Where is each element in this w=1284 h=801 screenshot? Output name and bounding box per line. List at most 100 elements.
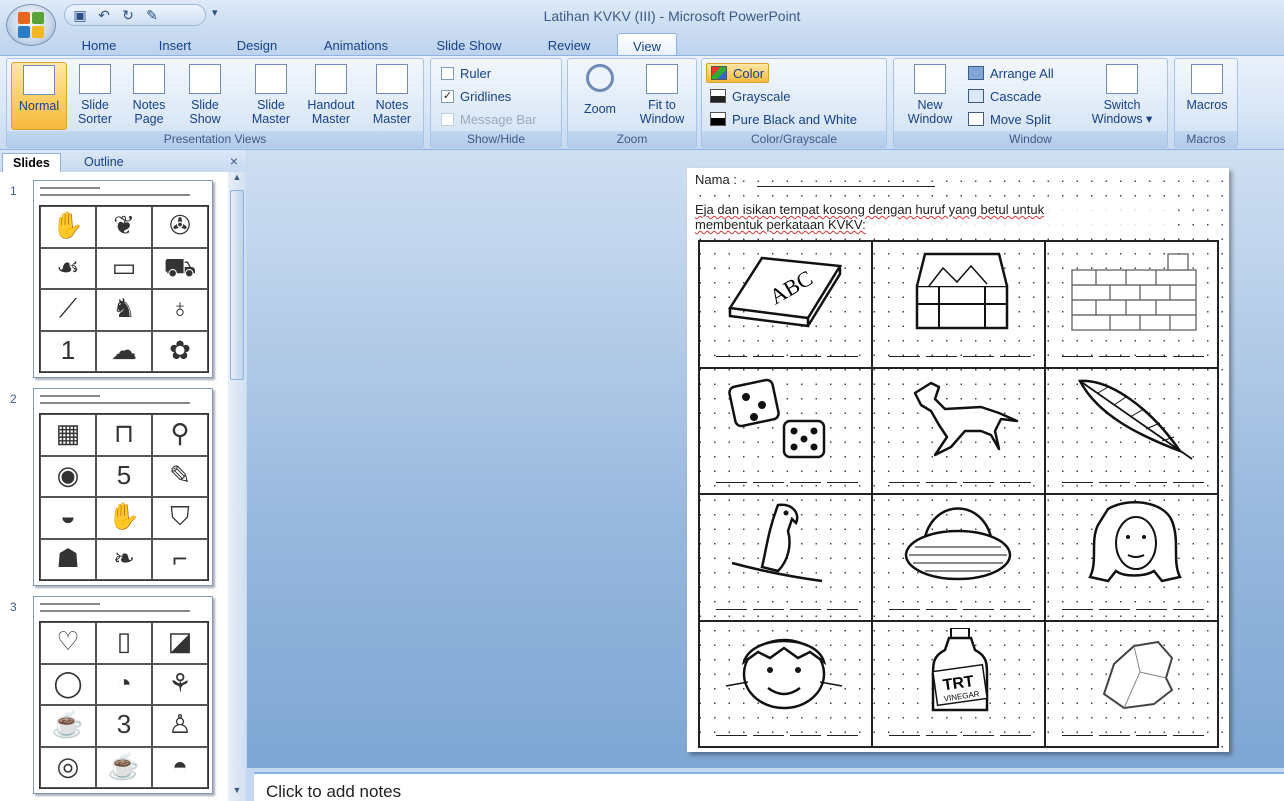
dice-picture bbox=[728, 378, 826, 458]
tab-slide-show[interactable]: Slide Show bbox=[422, 33, 516, 56]
color-button[interactable]: Color bbox=[706, 63, 770, 83]
gridlines-checkbox[interactable]: ✓ Gridlines bbox=[441, 86, 511, 106]
magnifier-icon bbox=[586, 64, 614, 92]
tab-design[interactable]: Design bbox=[225, 33, 289, 56]
ruler-checkbox[interactable]: Ruler bbox=[441, 63, 491, 83]
switch-windows-button[interactable]: Switch Windows ▾ bbox=[1084, 62, 1160, 130]
macros-icon bbox=[1191, 64, 1223, 94]
slide-thumbnail-1[interactable]: ✋ ❦ ✇ ☙ ▭ ⛟ ⟋ ♞ ♁ 1 ☁ ✿ bbox=[33, 180, 213, 378]
thumb-cell: ▦ bbox=[40, 414, 96, 456]
slides-pane: Slides Outline × 1 ✋ ❦ ✇ ☙ ▭ ⛟ ⟋ ♞ ♁ 1 ☁ ✿ 2 bbox=[0, 150, 246, 801]
group-show-hide: Ruler ✓ Gridlines Message Bar Show/Hide bbox=[430, 58, 562, 148]
cascade-button[interactable]: Cascade bbox=[968, 86, 1041, 106]
thumb-cell: ◎ bbox=[40, 746, 96, 788]
handout-master-button[interactable]: Handout Master bbox=[299, 62, 363, 130]
office-logo-icon bbox=[18, 12, 44, 38]
thumb-cell: ✇ bbox=[152, 206, 208, 248]
tab-animations[interactable]: Animations bbox=[308, 33, 404, 56]
thumb-cell: ❦ bbox=[96, 206, 152, 248]
thumb-cell: ⊓ bbox=[96, 414, 152, 456]
thumb-text-line bbox=[40, 610, 190, 612]
thumbnails-scrollbar[interactable]: ▲ ▼ bbox=[228, 172, 246, 801]
group-label-show-hide: Show/Hide bbox=[431, 131, 561, 147]
slide-sorter-button[interactable]: Slide Sorter bbox=[69, 62, 121, 130]
slide-thumbnail-3[interactable]: ♡ ▯ ◪ ◯ ◔ ⚘ ☕ 3 ♙ ◎ ☕ ◓ bbox=[33, 596, 213, 794]
notes-master-button[interactable]: Notes Master bbox=[365, 62, 419, 130]
tab-home[interactable]: Home bbox=[70, 33, 128, 56]
message-bar-checkbox[interactable]: Message Bar bbox=[441, 109, 537, 129]
scroll-down-icon[interactable]: ▼ bbox=[228, 785, 246, 801]
instruction-text: Eja dan isikan tempat kosong dengan huru… bbox=[695, 202, 1175, 232]
slide-thumbnails: 1 ✋ ❦ ✇ ☙ ▭ ⛟ ⟋ ♞ ♁ 1 ☁ ✿ 2 ▦ ⊓ ⚲ ◉ 5 ✎ ◒ ✋ ⛉ bbox=[0, 172, 228, 801]
thumb-cell: ◪ bbox=[152, 622, 208, 664]
group-color-grayscale: Color Grayscale Pure Black and White Col… bbox=[701, 58, 887, 148]
scroll-up-icon[interactable]: ▲ bbox=[228, 172, 246, 188]
group-presentation-views: Normal Slide Sorter Notes Page Slide Sho… bbox=[6, 58, 424, 148]
thumb-cell: ☕ bbox=[96, 746, 152, 788]
thumb-cell: 1 bbox=[40, 330, 96, 372]
close-pane-icon[interactable]: × bbox=[230, 153, 238, 169]
move-split-button[interactable]: Move Split bbox=[968, 109, 1051, 129]
pure-black-white-button[interactable]: Pure Black and White bbox=[710, 109, 857, 129]
notes-page-button[interactable]: Notes Page bbox=[123, 62, 175, 130]
face-picture bbox=[725, 638, 843, 709]
fit-to-window-button[interactable]: Fit to Window bbox=[630, 62, 694, 130]
thumb-cell: ⟋ bbox=[40, 289, 96, 331]
current-slide[interactable]: Nama : Eja dan isikan tempat kosong deng… bbox=[687, 168, 1229, 752]
grayscale-button[interactable]: Grayscale bbox=[710, 86, 791, 106]
tab-view[interactable]: View bbox=[617, 33, 677, 56]
worksheet-cell bbox=[1045, 620, 1218, 747]
tab-slides[interactable]: Slides bbox=[2, 153, 61, 172]
group-window: New Window Arrange All Cascade Move Spli… bbox=[893, 58, 1168, 148]
zoom-button[interactable]: Zoom bbox=[572, 62, 628, 130]
slide-thumbnail-2[interactable]: ▦ ⊓ ⚲ ◉ 5 ✎ ◒ ✋ ⛉ ☗ ❧ ⌐ bbox=[33, 388, 213, 586]
powerpoint-window: ▣ ↶ ↻ ✎ ▾ Latihan KVKV (III) - Microsoft… bbox=[0, 0, 1284, 801]
hair-face-picture bbox=[1088, 501, 1182, 583]
switch-windows-icon bbox=[1106, 64, 1138, 94]
thumb-text-line bbox=[40, 402, 190, 404]
slide-number: 2 bbox=[10, 392, 17, 406]
worksheet-cell bbox=[699, 367, 872, 494]
thumb-cell: ◓ bbox=[152, 746, 208, 788]
window-title: Latihan KVKV (III) - Microsoft PowerPoin… bbox=[543, 8, 801, 24]
thumb-cell: ☗ bbox=[40, 538, 96, 580]
normal-view-icon bbox=[23, 65, 55, 95]
slide-master-button[interactable]: Slide Master bbox=[243, 62, 299, 130]
arrange-all-button[interactable]: Arrange All bbox=[968, 63, 1054, 83]
notes-placeholder: Click to add notes bbox=[266, 782, 402, 801]
slide-number: 1 bbox=[10, 184, 17, 198]
worksheet-cell bbox=[872, 494, 1045, 621]
normal-view-button[interactable]: Normal bbox=[11, 62, 67, 130]
answer-blanks bbox=[889, 355, 1031, 357]
slide-master-icon bbox=[255, 64, 287, 94]
thumb-cell: ✋ bbox=[96, 497, 152, 539]
answer-blanks bbox=[1062, 608, 1204, 610]
scrollbar-thumb[interactable] bbox=[230, 190, 244, 380]
thumb-text-line bbox=[40, 395, 100, 397]
group-zoom: Zoom Fit to Window Zoom bbox=[567, 58, 697, 148]
slide-show-button[interactable]: Slide Show bbox=[179, 62, 231, 130]
new-window-button[interactable]: New Window bbox=[898, 62, 962, 130]
thumb-cell: ♡ bbox=[40, 622, 96, 664]
vinegar-bottle-picture: TRTVINEGAR bbox=[931, 627, 989, 711]
thumb-grid: ✋ ❦ ✇ ☙ ▭ ⛟ ⟋ ♞ ♁ 1 ☁ ✿ bbox=[39, 205, 209, 373]
thumb-cell: ▭ bbox=[96, 247, 152, 289]
macros-button[interactable]: Macros bbox=[1179, 62, 1235, 130]
tab-outline[interactable]: Outline bbox=[74, 153, 134, 172]
cascade-icon bbox=[968, 89, 984, 103]
group-label-color-grayscale: Color/Grayscale bbox=[702, 131, 886, 147]
notes-page-icon bbox=[133, 64, 165, 94]
thumb-cell: ☙ bbox=[40, 247, 96, 289]
thumb-cell: ⛟ bbox=[152, 247, 208, 289]
answer-blanks bbox=[889, 608, 1031, 610]
thumb-cell: ⛉ bbox=[152, 497, 208, 539]
office-button[interactable] bbox=[6, 4, 56, 46]
thumb-text-line bbox=[40, 603, 100, 605]
thumb-cell: ♙ bbox=[152, 705, 208, 747]
answer-blanks bbox=[716, 481, 858, 483]
notes-pane[interactable]: Click to add notes bbox=[254, 772, 1284, 801]
feather-picture bbox=[1077, 379, 1193, 460]
tab-insert[interactable]: Insert bbox=[145, 33, 205, 56]
tab-review[interactable]: Review bbox=[535, 33, 603, 56]
thumb-cell: ◔ bbox=[96, 663, 152, 705]
